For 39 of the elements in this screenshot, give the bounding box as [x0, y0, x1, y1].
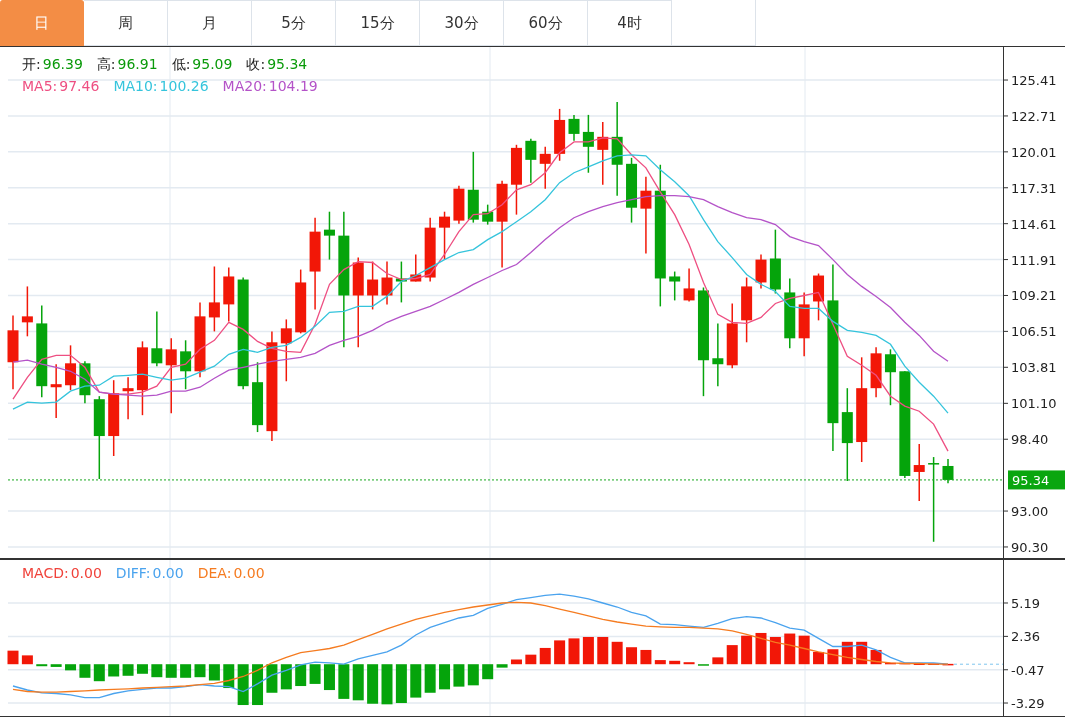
legend-label: 收: — [246, 55, 266, 73]
legend-value: 0.00 — [70, 564, 102, 582]
axis-tick-label: 122.71 — [1011, 108, 1057, 124]
legend-value: 95.09 — [192, 55, 233, 73]
legend-label: MA5: — [22, 77, 58, 95]
axis-tick-label: 111.91 — [1011, 252, 1057, 268]
axis-tick-label: 103.81 — [1011, 360, 1057, 376]
legend-value: 104.19 — [268, 77, 318, 95]
axis-tick-label: 5.19 — [1011, 596, 1040, 611]
legend-label: DEA: — [197, 564, 232, 582]
legend-value: 100.26 — [159, 77, 209, 95]
axis-tick-label: 114.61 — [1011, 216, 1057, 232]
price-tag: 95.34 — [1008, 470, 1065, 490]
axis-tick-label: -3.29 — [1011, 696, 1045, 711]
legend-value: 95.34 — [267, 55, 308, 73]
axis-tick-label: 109.21 — [1011, 288, 1057, 304]
legend-value: 96.39 — [42, 55, 83, 73]
legend-value: 0.00 — [233, 564, 265, 582]
axis-tick-label: 98.40 — [1011, 432, 1049, 448]
axis-tick-label: 106.51 — [1011, 324, 1057, 340]
legend-label: 开: — [22, 55, 41, 73]
legend-value: 97.46 — [59, 77, 100, 95]
legend-label: MA20: — [222, 77, 267, 95]
axis-tick-label: 120.01 — [1011, 144, 1057, 160]
axis-tick-label: 125.41 — [1011, 73, 1057, 89]
axis-tick-label: 90.30 — [1011, 539, 1049, 555]
axis-tick-label: 93.00 — [1011, 504, 1049, 520]
axis-tick-label: 117.31 — [1011, 180, 1057, 196]
legend-label: MA10: — [113, 77, 158, 95]
ref-line-label: 95.34 — [1012, 472, 1050, 488]
axis-tick-label: 101.10 — [1011, 396, 1057, 412]
axis-tick-label: 2.36 — [1011, 629, 1040, 645]
legend-label: MACD: — [22, 564, 69, 582]
legend-value: 96.91 — [117, 55, 158, 73]
legend-value: 0.00 — [152, 564, 184, 582]
legend-label: DIFF: — [115, 564, 151, 582]
axis-tick-label: -0.47 — [1011, 662, 1045, 678]
legend-label: 高: — [96, 55, 116, 73]
legend-label: 低: — [171, 55, 191, 73]
